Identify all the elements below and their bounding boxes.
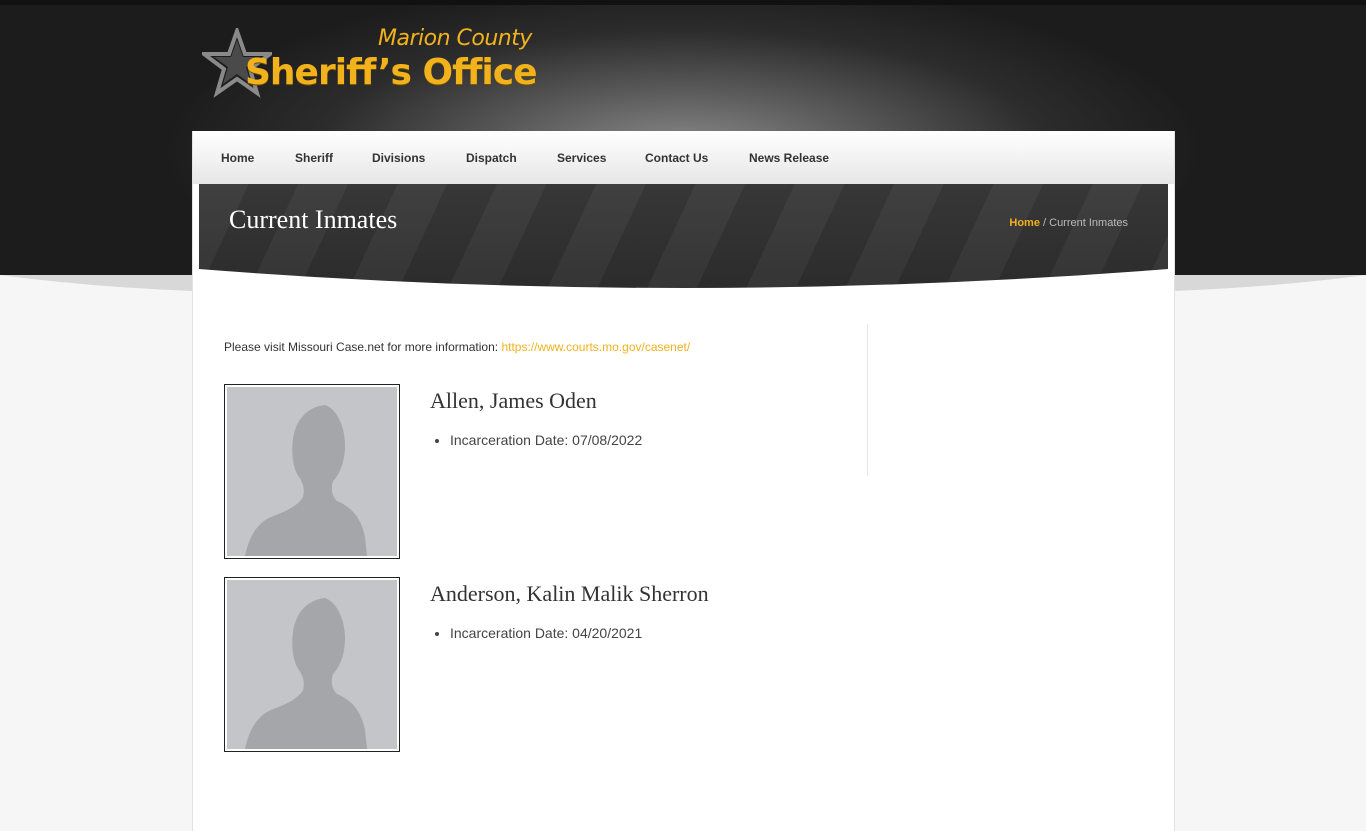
main-nav: Home Sheriff Divisions Dispatch Services…	[193, 131, 1174, 184]
sidebar-divider	[867, 324, 868, 476]
inmate-card: Allen, James Oden Incarceration Date: 07…	[224, 384, 864, 560]
page-title-bar: Current Inmates Home / Current Inmates	[199, 184, 1168, 293]
nav-services[interactable]: Services	[557, 151, 606, 165]
nav-dispatch[interactable]: Dispatch	[466, 151, 517, 165]
person-silhouette-icon	[245, 598, 367, 749]
nav-home[interactable]: Home	[221, 151, 254, 165]
nav-contact-us[interactable]: Contact Us	[645, 151, 708, 165]
inmate-photo[interactable]	[224, 577, 400, 752]
casenet-info: Please visit Missouri Case.net for more …	[224, 340, 864, 354]
inmate-name[interactable]: Allen, James Oden	[430, 388, 597, 414]
logo-office-text: Sheriff’s Office	[245, 52, 538, 93]
nav-sheriff[interactable]: Sheriff	[295, 151, 333, 165]
inmate-details: Incarceration Date: 04/20/2021	[430, 625, 642, 641]
sheriff-logo[interactable]: Marion County Sheriff’s Office	[200, 26, 540, 98]
nav-news-release[interactable]: News Release	[749, 151, 829, 165]
page-title: Current Inmates	[229, 205, 398, 234]
content-area: Please visit Missouri Case.net for more …	[224, 340, 864, 354]
incarceration-date: Incarceration Date: 07/08/2022	[450, 432, 642, 448]
logo-county-text: Marion County	[378, 26, 532, 51]
breadcrumb-current: Current Inmates	[1049, 217, 1128, 229]
breadcrumb: Home / Current Inmates	[1009, 217, 1128, 229]
incarceration-date: Incarceration Date: 04/20/2021	[450, 625, 642, 641]
nav-divisions[interactable]: Divisions	[372, 151, 425, 165]
breadcrumb-home-link[interactable]: Home	[1009, 217, 1040, 229]
casenet-info-text: Please visit Missouri Case.net for more …	[224, 340, 502, 354]
inmate-photo[interactable]	[224, 384, 400, 559]
breadcrumb-separator: /	[1039, 217, 1050, 229]
inmate-name[interactable]: Anderson, Kalin Malik Sherron	[430, 581, 709, 607]
main-container: Home Sheriff Divisions Dispatch Services…	[192, 131, 1175, 831]
casenet-link[interactable]: https://www.courts.mo.gov/casenet/	[501, 340, 690, 354]
inmate-details: Incarceration Date: 07/08/2022	[430, 432, 642, 448]
title-bar-curve	[199, 269, 1168, 293]
person-silhouette-icon	[245, 405, 367, 556]
inmate-card: Anderson, Kalin Malik Sherron Incarcerat…	[224, 577, 864, 753]
top-strip	[0, 0, 1366, 5]
